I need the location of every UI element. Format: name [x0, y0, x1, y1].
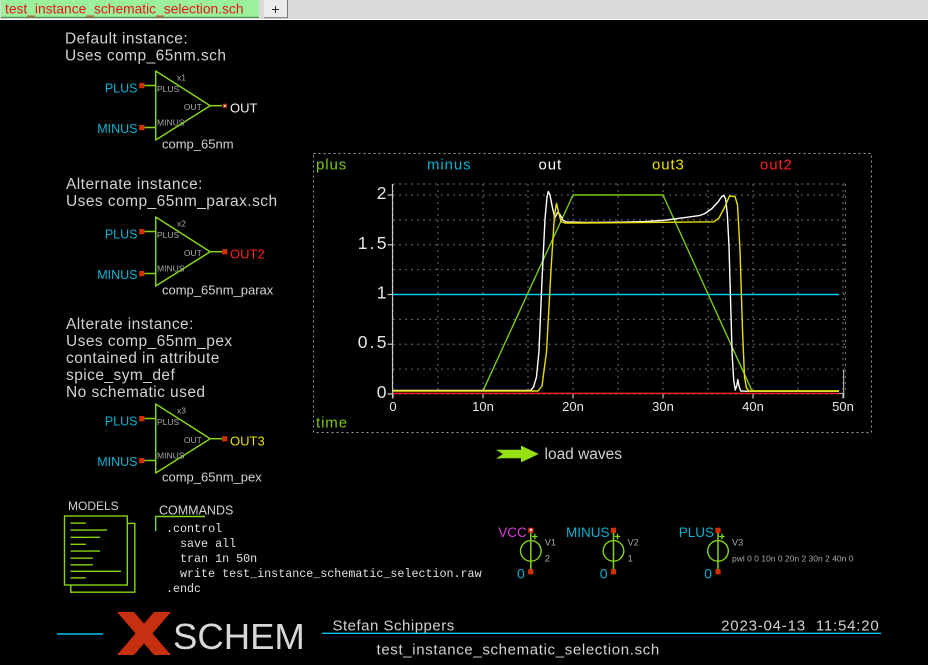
svg-text:out: out: [539, 157, 563, 174]
svg-text:.endc: .endc: [166, 582, 201, 596]
svg-text:plus: plus: [316, 157, 347, 174]
svg-text:x1: x1: [177, 73, 186, 83]
svg-text:.control: .control: [166, 522, 222, 536]
svg-text:Uses comp_65nm_pex: Uses comp_65nm_pex: [66, 333, 233, 350]
svg-text:1: 1: [377, 283, 387, 303]
svg-text:OUT2: OUT2: [230, 247, 265, 262]
svg-text:Stefan Schippers: Stefan Schippers: [333, 618, 455, 635]
svg-text:No schematic used: No schematic used: [66, 384, 205, 401]
svg-text:write test_instance_schematic_: write test_instance_schematic_selection.…: [180, 567, 482, 581]
svg-text:Uses comp_65nm.sch: Uses comp_65nm.sch: [65, 48, 226, 65]
svg-text:OUT: OUT: [230, 101, 258, 116]
svg-text:MINUS: MINUS: [97, 455, 137, 469]
svg-text:x2: x2: [177, 219, 186, 229]
svg-text:load waves: load waves: [545, 446, 623, 463]
svg-text:tran 1n 50n: tran 1n 50n: [180, 552, 257, 566]
svg-text:OUT: OUT: [184, 435, 202, 445]
svg-text:V1: V1: [545, 537, 556, 547]
svg-text:minus: minus: [427, 157, 472, 174]
svg-text:MINUS: MINUS: [157, 451, 185, 461]
svg-text:out2: out2: [760, 157, 793, 174]
svg-text:0.5: 0.5: [358, 332, 389, 352]
svg-text:MINUS: MINUS: [157, 118, 185, 128]
svg-text:comp_65nm_parax: comp_65nm_parax: [162, 283, 274, 298]
svg-text:V2: V2: [628, 537, 639, 547]
svg-text:1: 1: [628, 553, 633, 564]
svg-text:40n: 40n: [742, 399, 764, 414]
svg-text:0: 0: [377, 382, 387, 402]
svg-text:VCC: VCC: [498, 525, 527, 540]
svg-text:comp_65nm: comp_65nm: [162, 137, 234, 152]
svg-text:10n: 10n: [472, 399, 494, 414]
svg-text:2: 2: [545, 553, 550, 564]
svg-text:MINUS: MINUS: [566, 525, 610, 540]
svg-text:PLUS: PLUS: [105, 414, 138, 428]
svg-text:0: 0: [600, 565, 608, 581]
svg-text:PLUS: PLUS: [105, 227, 138, 241]
svg-text:save all: save all: [180, 537, 236, 551]
svg-text:0: 0: [517, 565, 525, 581]
svg-text:out3: out3: [652, 157, 685, 174]
svg-text:PLUS: PLUS: [157, 84, 180, 94]
svg-text:PLUS: PLUS: [679, 525, 714, 540]
svg-text:test_instance_schematic_select: test_instance_schematic_selection.sch: [377, 642, 660, 659]
svg-text:V3: V3: [732, 537, 743, 547]
svg-text:Alternate instance:: Alternate instance:: [66, 176, 203, 193]
svg-text:0: 0: [704, 565, 712, 581]
svg-text:Uses comp_65nm_parax.sch: Uses comp_65nm_parax.sch: [66, 193, 278, 210]
svg-text:0: 0: [389, 399, 396, 414]
svg-text:2023-04-13 11:54:20: 2023-04-13 11:54:20: [721, 618, 879, 635]
svg-text:MINUS: MINUS: [97, 122, 137, 136]
svg-text:pwl 0 0 10n 0 20n 2 30n 2 40n: pwl 0 0 10n 0 20n 2 30n 2 40n 0: [732, 553, 854, 563]
svg-text:30n: 30n: [652, 399, 674, 414]
svg-text:PLUS: PLUS: [157, 417, 180, 427]
svg-text:Default instance:: Default instance:: [65, 31, 188, 48]
svg-text:PLUS: PLUS: [157, 230, 180, 240]
svg-text:1.5: 1.5: [358, 233, 389, 253]
svg-text:time: time: [316, 415, 348, 432]
svg-text:test_instance_schematic_select: test_instance_schematic_selection.sch: [5, 2, 244, 17]
svg-text:PLUS: PLUS: [105, 81, 138, 95]
svg-text:comp_65nm_pex: comp_65nm_pex: [162, 470, 262, 485]
svg-text:OUT: OUT: [184, 102, 202, 112]
svg-text:Alterate instance:: Alterate instance:: [66, 316, 194, 333]
svg-text:2: 2: [377, 183, 387, 203]
svg-text:20n: 20n: [562, 399, 584, 414]
svg-text:x3: x3: [177, 406, 186, 416]
svg-text:MINUS: MINUS: [157, 264, 185, 274]
svg-text:MINUS: MINUS: [97, 268, 137, 282]
svg-text:OUT3: OUT3: [230, 434, 265, 449]
svg-text:SCHEM: SCHEM: [173, 616, 305, 657]
svg-text:50n: 50n: [832, 399, 854, 414]
svg-text:MODELS: MODELS: [68, 499, 119, 513]
svg-text:contained in attribute: contained in attribute: [66, 350, 220, 367]
svg-text:spice_sym_def: spice_sym_def: [66, 367, 175, 384]
svg-text:COMMANDS: COMMANDS: [159, 504, 233, 518]
svg-text:OUT: OUT: [184, 248, 202, 258]
svg-text:+: +: [271, 1, 279, 17]
